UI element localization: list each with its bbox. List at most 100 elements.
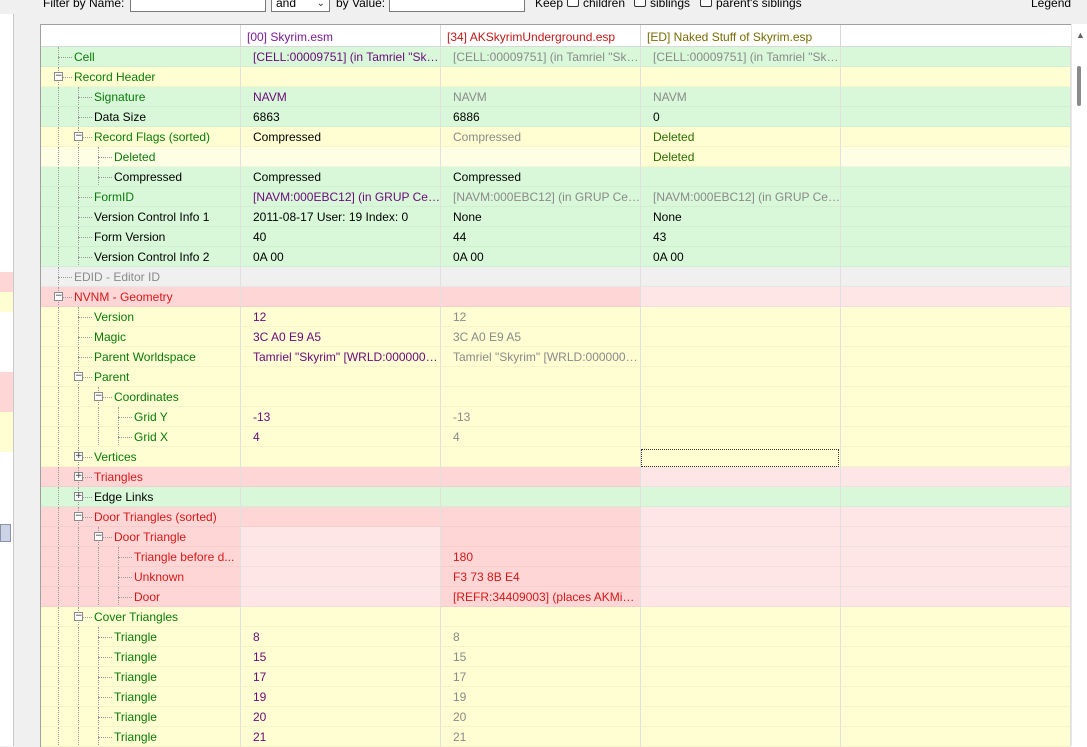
field-name-cell[interactable]: Compressed [41, 167, 241, 187]
column-header-skyrim-esm[interactable]: [00] Skyrim.esm [241, 25, 441, 46]
field-value-cell[interactable]: [NAVM:000EBC12] (in GRUP Cell ... [441, 187, 641, 207]
field-value-cell[interactable]: 40 [241, 227, 441, 247]
tree-row[interactable]: Triangle 19 19 [41, 687, 1071, 707]
field-value-cell[interactable]: [CELL:00009751] (in Tamriel "Sky... [441, 47, 641, 67]
field-value-cell[interactable] [441, 147, 641, 167]
field-value-cell[interactable]: F3 73 8B E4 [441, 567, 641, 587]
record-tree-row[interactable] [0, 372, 13, 392]
field-value-cell[interactable] [241, 567, 441, 587]
collapse-icon[interactable]: − [74, 612, 83, 621]
record-tree-row[interactable] [0, 312, 13, 332]
field-value-cell[interactable] [241, 287, 441, 307]
tree-row[interactable]: Triangle 15 15 [41, 647, 1071, 667]
keep-parents-siblings-checkbox[interactable] [700, 0, 712, 7]
record-tree-row[interactable] [0, 592, 13, 612]
record-tree-row[interactable] [0, 432, 13, 452]
field-value-cell[interactable]: Compressed [241, 127, 441, 147]
field-value-cell[interactable] [241, 607, 441, 627]
field-value-cell[interactable] [441, 467, 641, 487]
tree-row[interactable]: Triangle 21 21 [41, 727, 1071, 747]
field-value-cell[interactable] [241, 547, 441, 567]
field-name-cell[interactable]: Form Version [41, 227, 241, 247]
column-header-akskyrimunderground-esp[interactable]: [34] AKSkyrimUnderground.esp [441, 25, 641, 46]
field-value-cell[interactable]: None [641, 207, 841, 227]
field-value-cell[interactable] [641, 267, 841, 287]
field-value-cell[interactable] [441, 447, 641, 467]
collapse-icon[interactable]: − [54, 292, 63, 301]
field-value-cell[interactable] [441, 507, 641, 527]
expand-icon[interactable]: + [74, 472, 83, 481]
field-value-cell[interactable] [241, 587, 441, 607]
field-value-cell[interactable]: NAVM [641, 87, 841, 107]
tree-row[interactable]: Door [REFR:34409003] (places AKMine... [41, 587, 1071, 607]
field-value-cell[interactable]: Deleted [641, 127, 841, 147]
field-name-cell[interactable]: Unknown [41, 567, 241, 587]
field-value-cell[interactable] [441, 287, 641, 307]
field-value-cell[interactable]: [NAVM:000EBC12] (in GRUP Cell ... [241, 187, 441, 207]
field-value-cell[interactable]: 8 [241, 627, 441, 647]
record-tree-row[interactable] [0, 52, 13, 72]
vertical-scrollbar[interactable]: ▲ [1071, 24, 1087, 746]
tree-row[interactable]: − Coordinates [41, 387, 1071, 407]
field-value-cell[interactable]: 17 [241, 667, 441, 687]
field-name-cell[interactable]: Version Control Info 1 [41, 207, 241, 227]
field-value-cell[interactable]: 19 [241, 687, 441, 707]
field-value-cell[interactable] [641, 627, 841, 647]
field-name-cell[interactable]: − NVNM - Geometry [41, 287, 241, 307]
record-tree-row[interactable] [0, 652, 13, 672]
field-name-cell[interactable]: + Vertices [41, 447, 241, 467]
field-name-cell[interactable]: Triangle [41, 647, 241, 667]
tree-row[interactable]: − Record Flags (sorted) Compressed Compress… [41, 127, 1071, 147]
field-value-cell[interactable]: -13 [441, 407, 641, 427]
field-value-cell[interactable]: 12 [241, 307, 441, 327]
tree-row[interactable]: Version Control Info 1 2011-08-17 User: 1… [41, 207, 1071, 227]
field-name-cell[interactable]: Triangle [41, 707, 241, 727]
filter-operator-select[interactable]: and ⌄ [271, 0, 330, 12]
field-value-cell[interactable]: 20 [241, 707, 441, 727]
field-value-cell[interactable] [641, 547, 841, 567]
field-value-cell[interactable] [441, 267, 641, 287]
field-value-cell[interactable] [641, 687, 841, 707]
scrollbar-thumb[interactable] [1077, 66, 1081, 106]
field-value-cell[interactable]: 3C A0 E9 A5 [241, 327, 441, 347]
field-value-cell[interactable]: 15 [441, 647, 641, 667]
field-value-cell[interactable]: Tamriel "Skyrim" [WRLD:0000003... [441, 347, 641, 367]
record-tree-row[interactable] [0, 452, 13, 472]
record-view-grid[interactable]: [00] Skyrim.esm [34] AKSkyrimUnderground… [40, 24, 1087, 747]
field-name-cell[interactable]: Parent Worldspace [41, 347, 241, 367]
column-header-naked-stuff-esp[interactable]: [ED] Naked Stuff of Skyrim.esp [641, 25, 841, 46]
field-value-cell[interactable] [641, 427, 841, 447]
record-tree-row[interactable] [0, 32, 13, 52]
expand-icon[interactable]: + [74, 492, 83, 501]
record-tree-row[interactable] [0, 132, 13, 152]
field-value-cell[interactable]: 0A 00 [441, 247, 641, 267]
field-value-cell[interactable]: 6886 [441, 107, 641, 127]
record-tree-row[interactable] [0, 712, 13, 732]
field-value-cell[interactable]: 19 [441, 687, 641, 707]
field-value-cell[interactable] [241, 67, 441, 87]
field-value-cell[interactable]: 4 [441, 427, 641, 447]
tree-row[interactable]: − Door Triangles (sorted) [41, 507, 1071, 527]
collapse-icon[interactable]: − [94, 392, 103, 401]
field-name-cell[interactable]: − Door Triangle [41, 527, 241, 547]
field-value-cell[interactable] [241, 367, 441, 387]
field-value-cell[interactable] [641, 667, 841, 687]
scroll-up-arrow-icon[interactable]: ▲ [1076, 30, 1085, 40]
field-value-cell[interactable] [641, 407, 841, 427]
field-value-cell[interactable] [641, 507, 841, 527]
record-tree-row[interactable] [0, 192, 13, 212]
tree-row[interactable]: − Door Triangle [41, 527, 1071, 547]
record-tree-row[interactable] [0, 692, 13, 712]
tree-row[interactable]: EDID - Editor ID [41, 267, 1071, 287]
field-value-cell[interactable] [441, 67, 641, 87]
record-tree-row[interactable] [0, 72, 13, 92]
tree-row[interactable]: + Edge Links [41, 487, 1071, 507]
field-value-cell[interactable] [641, 387, 841, 407]
tree-row[interactable]: Version 12 12 [41, 307, 1071, 327]
field-name-cell[interactable]: − Parent [41, 367, 241, 387]
field-name-cell[interactable]: Version Control Info 2 [41, 247, 241, 267]
field-name-cell[interactable]: Triangle [41, 727, 241, 747]
field-value-cell[interactable]: Tamriel "Skyrim" [WRLD:0000003... [241, 347, 441, 367]
field-name-cell[interactable]: Triangle before d... [41, 547, 241, 567]
field-value-cell[interactable]: 15 [241, 647, 441, 667]
